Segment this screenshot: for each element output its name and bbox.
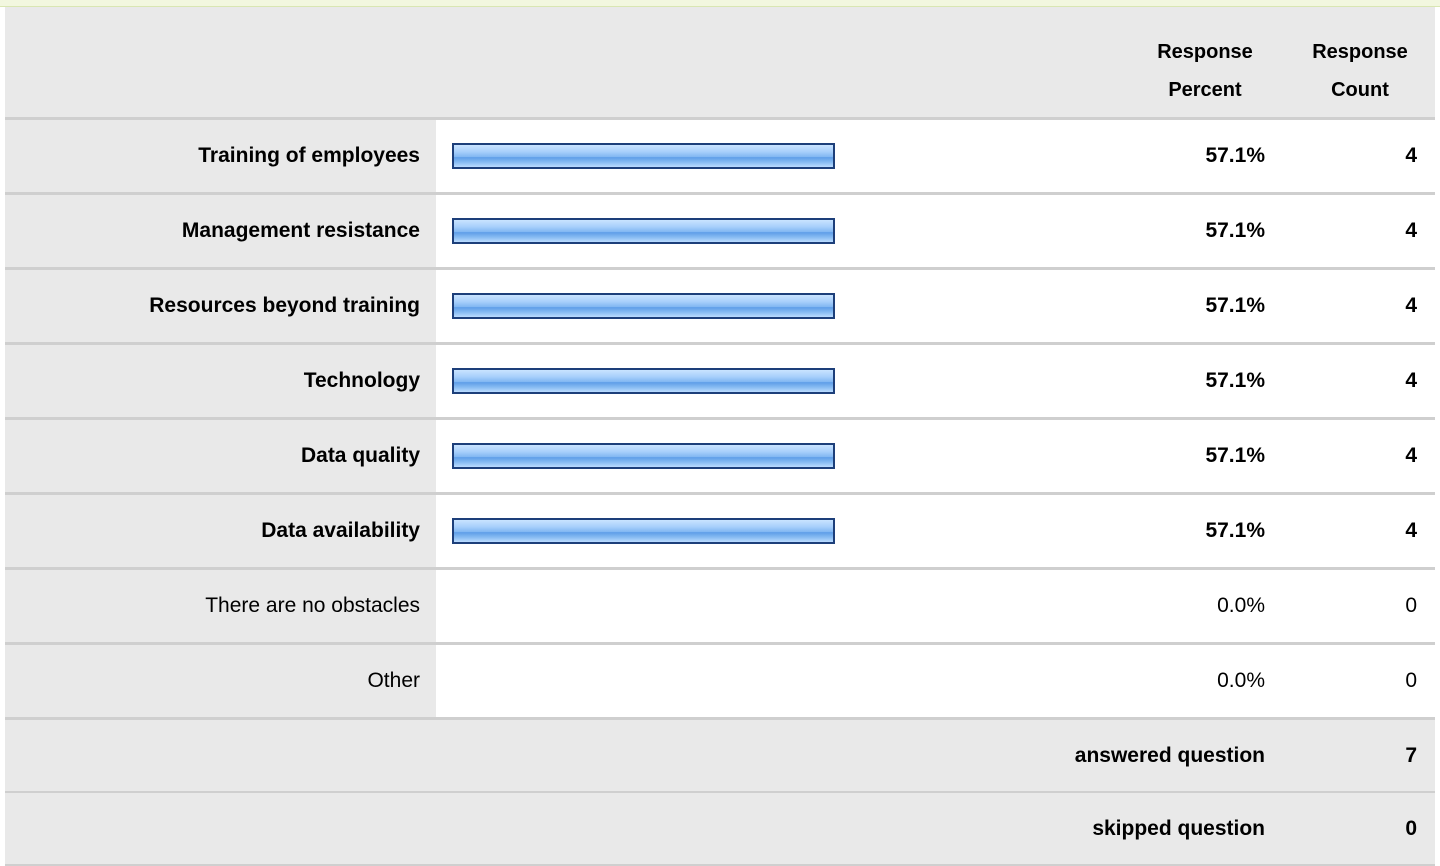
response-percent: 57.1% [1205, 369, 1265, 392]
table-row: Technology 57.1% 4 [5, 345, 1435, 420]
table-header: Response Percent Response Count [5, 7, 1435, 120]
bar-area [452, 495, 1112, 567]
response-percent: 57.1% [1205, 444, 1265, 467]
response-percent-header-line2: Percent [1168, 79, 1242, 101]
response-bar [452, 218, 835, 244]
response-count: 4 [1405, 294, 1417, 317]
answer-label: Other [5, 645, 436, 717]
bar-area [452, 645, 1112, 717]
bar-area [452, 270, 1112, 342]
bar-area [452, 195, 1112, 267]
answered-question-label: answered question [1074, 744, 1265, 767]
response-count: 0 [1405, 594, 1417, 617]
response-bar [452, 293, 835, 319]
response-bar [452, 143, 835, 169]
skipped-question-label: skipped question [1092, 817, 1265, 840]
table-row: Management resistance 57.1% 4 [5, 195, 1435, 270]
response-percent-header-line1: Response [1157, 41, 1253, 63]
skipped-question-value: 0 [1405, 817, 1417, 840]
top-strip [0, 0, 1440, 7]
response-bar [452, 518, 835, 544]
table-row: Other 0.0% 0 [5, 645, 1435, 720]
table-body: Training of employees 57.1% 4 Management re… [5, 120, 1435, 720]
response-percent: 0.0% [1217, 669, 1265, 692]
answer-label: There are no obstacles [5, 570, 436, 642]
table-row: Data quality 57.1% 4 [5, 420, 1435, 495]
response-count: 4 [1405, 519, 1417, 542]
response-bar [452, 368, 835, 394]
answer-label: Management resistance [5, 195, 436, 267]
response-percent: 0.0% [1217, 594, 1265, 617]
response-count: 4 [1405, 444, 1417, 467]
response-bar [452, 443, 835, 469]
response-percent: 57.1% [1205, 519, 1265, 542]
bar-area [452, 570, 1112, 642]
answer-label: Technology [5, 345, 436, 417]
response-count: 4 [1405, 219, 1417, 242]
response-percent-header: Response Percent [1135, 33, 1275, 109]
response-percent: 57.1% [1205, 219, 1265, 242]
answer-label: Data availability [5, 495, 436, 567]
table-row: There are no obstacles 0.0% 0 [5, 570, 1435, 645]
table-row: Training of employees 57.1% 4 [5, 120, 1435, 195]
bar-area [452, 420, 1112, 492]
response-count-header-line1: Response [1312, 41, 1408, 63]
bar-area [452, 345, 1112, 417]
answer-label: Data quality [5, 420, 436, 492]
answer-label: Training of employees [5, 120, 436, 192]
bar-area [452, 120, 1112, 192]
answered-question-row: answered question 7 [5, 720, 1435, 793]
answer-label: Resources beyond training [5, 270, 436, 342]
response-count: 4 [1405, 369, 1417, 392]
answered-question-value: 7 [1405, 744, 1417, 767]
response-count-header-line2: Count [1331, 79, 1389, 101]
table-row: Resources beyond training 57.1% 4 [5, 270, 1435, 345]
response-count-header: Response Count [1290, 33, 1430, 109]
skipped-question-row: skipped question 0 [5, 793, 1435, 866]
response-percent: 57.1% [1205, 294, 1265, 317]
response-count: 4 [1405, 144, 1417, 167]
response-count: 0 [1405, 669, 1417, 692]
response-table: Response Percent Response Count Training… [5, 7, 1435, 866]
table-row: Data availability 57.1% 4 [5, 495, 1435, 570]
response-percent: 57.1% [1205, 144, 1265, 167]
